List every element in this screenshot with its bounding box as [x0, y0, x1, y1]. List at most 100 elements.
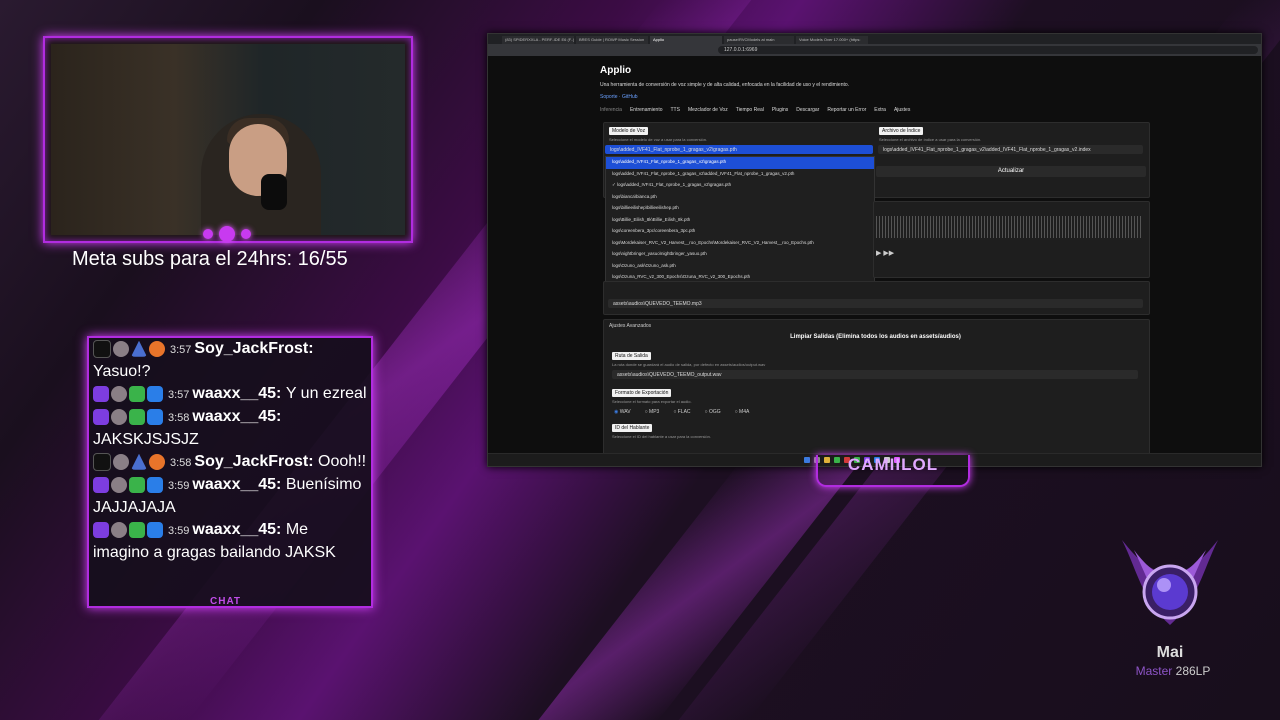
tri-badge-icon	[131, 453, 147, 470]
format-ogg[interactable]: ○ OGG	[705, 409, 721, 415]
dropdown-option[interactable]: logs\Mordekaiser_RVC_V2_Harvest__roo_Epo…	[606, 238, 874, 250]
app-links: Soporte · GitHub	[600, 94, 638, 100]
chat-message: 3:59 waaxx__45: Buenísimo JAJJAJAJA	[89, 474, 371, 519]
chat-timestamp: 3:57	[168, 389, 190, 401]
rank-tier: Master 286LP	[1118, 664, 1228, 678]
heart-badge-icon	[149, 340, 165, 357]
format-flac[interactable]: ○ FLAC	[673, 409, 690, 415]
format-m4a[interactable]: ○ M4A	[735, 409, 750, 415]
dropdown-option[interactable]: logs\added_IVF41_Flat_nprobe_1_gragas_v2…	[606, 169, 874, 181]
tab-entrenamiento[interactable]: Entrenamiento	[630, 107, 663, 113]
applio-page: Applio Una herramienta de conversión de …	[488, 56, 1261, 456]
chat-timestamp: 3:57	[170, 344, 192, 356]
tiktok-badge-icon	[93, 339, 111, 358]
blue-badge-icon	[147, 476, 163, 493]
tab-ajustes[interactable]: Ajustes	[894, 107, 910, 113]
output-path-input[interactable]: assets\audios\QUEVEDO_TEEMO_output.wav	[612, 370, 1138, 379]
twitch-badge-icon	[93, 521, 109, 538]
chat-text: Yasuo!?	[93, 363, 151, 380]
github-link[interactable]: GitHub	[622, 94, 638, 100]
chat-text: Y un ezreal	[285, 385, 367, 402]
update-button[interactable]: Actualizar	[876, 166, 1146, 177]
tab-inferencia[interactable]: Inferencia	[600, 107, 622, 113]
chat-message: 3:57 Soy_JackFrost: Yasuo!?	[89, 338, 371, 383]
tab-extra[interactable]: Extra	[874, 107, 886, 113]
voice-model-label: Modelo de Voz	[609, 127, 649, 135]
tab-descargar[interactable]: Descargar	[796, 107, 819, 113]
avatar-badge-icon	[111, 521, 127, 538]
url-input[interactable]: 127.0.0.1:6969	[718, 46, 1258, 54]
dropdown-option[interactable]: logs\bianca\bianca.pth	[606, 192, 874, 204]
rank-player-name: Mai	[1156, 644, 1184, 661]
voice-model-select[interactable]: logs\added_IVF41_Flat_nprobe_1_gragas_v2…	[605, 145, 873, 154]
index-file-label: Archivo de Índice	[879, 127, 924, 135]
tab-tts[interactable]: TTS	[671, 107, 680, 113]
chat-timestamp: 3:59	[168, 480, 190, 492]
sword-badge-icon	[129, 385, 145, 402]
chat-message: 3:59 waaxx__45: Me imagino a gragas baila…	[89, 519, 371, 564]
dropdown-option[interactable]: logs\added_IVF41_Flat_nprobe_1_gragas_v2…	[606, 157, 874, 169]
play-icon[interactable]: ▶ ▶▶	[876, 249, 894, 257]
export-format-label: Formato de Exportación	[612, 389, 672, 397]
avatar-badge-icon	[113, 453, 129, 470]
clear-outputs-button[interactable]: Limpiar Salidas (Elimina todos los audio…	[608, 334, 1143, 340]
browser-tab[interactable]: (83) SPIDERXXLA - PERF-IDE E6 (F..)	[502, 36, 574, 44]
twitch-badge-icon	[93, 408, 109, 425]
main-tabs: Inferencia Entrenamiento TTS Mezclador d…	[600, 107, 910, 113]
chat-username: Soy_JackFrost:	[194, 340, 314, 357]
dropdown-option[interactable]: logs\Billie_Eilish_8k\Billie_Eilish_8k.p…	[606, 215, 874, 227]
avatar-badge-icon	[111, 385, 127, 402]
output-path-label: Ruta de Salida	[612, 352, 651, 360]
webcam-frame	[43, 36, 413, 243]
speaker-id-hint: Seleccione el ID del hablante a usar par…	[612, 434, 711, 439]
twitch-badge-icon	[93, 385, 109, 402]
chat-username: waaxx__45:	[192, 408, 282, 425]
twitch-badge-icon	[93, 476, 109, 493]
tab-strip: (83) SPIDERXXLA - PERF-IDE E6 (F..) BRES…	[488, 34, 1261, 44]
dropdown-option[interactable]: logs\coreenbera_3pc\coreenbera_3pc.pth	[606, 226, 874, 238]
browser-tab[interactable]: pause/RVCModels at main	[724, 36, 794, 44]
chat-timestamp: 3:58	[168, 412, 190, 424]
audio-panel	[873, 201, 1150, 278]
browser-tab-active[interactable]: Applio	[650, 36, 722, 44]
dropdown-option[interactable]: ✓ logs\added_IVF41_Flat_nprobe_1_gragas_…	[606, 180, 874, 192]
webcam-feed	[51, 44, 405, 235]
blue-badge-icon	[147, 521, 163, 538]
heart-badge-icon	[149, 453, 165, 470]
audio-path-select[interactable]: assets\audios\QUEVEDO_TEEMO.mp3	[608, 299, 1143, 308]
audio-waveform	[876, 216, 1141, 238]
audio-path-panel	[603, 281, 1150, 315]
chat-message: 3:57 waaxx__45: Y un ezreal	[89, 383, 371, 406]
speaker-id-label: ID del Hablante	[612, 424, 653, 432]
app-title: Applio	[600, 65, 632, 76]
decor-dot	[203, 229, 213, 239]
browser-tab[interactable]: Voice Models Over 17.000+ (https:	[796, 36, 868, 44]
format-mp3[interactable]: ○ MP3	[645, 409, 660, 415]
output-path-hint: La ruta donde se guardará el audio de sa…	[612, 362, 766, 367]
decor-dot	[241, 229, 251, 239]
advanced-title[interactable]: Ajustes Avanzados	[609, 323, 651, 329]
tab-tiempo-real[interactable]: Tiempo Real	[736, 107, 764, 113]
tri-badge-icon	[131, 340, 147, 357]
tab-mezclador[interactable]: Mezclador de Voz	[688, 107, 728, 113]
export-format-hint: Seleccione el formato para exportar el a…	[612, 399, 692, 404]
tab-reportar[interactable]: Reportar un Error	[827, 107, 866, 113]
address-bar-row: 127.0.0.1:6969	[488, 44, 1261, 56]
start-icon[interactable]	[804, 457, 810, 463]
decor-dot	[219, 226, 235, 242]
browser-tab[interactable]: BRES Guide | ROWP Music Session	[576, 36, 648, 44]
format-wav[interactable]: ◉ WAV	[614, 409, 631, 415]
chat-timestamp: 3:59	[168, 525, 190, 537]
tab-plugins[interactable]: Plugins	[772, 107, 788, 113]
dropdown-option[interactable]: logs\Ozuno_ask\Ozuno_ask.pth	[606, 261, 874, 273]
index-file-hint: Seleccione el archivo de índice a usar p…	[879, 137, 982, 142]
chat-text: Oooh!!	[318, 453, 367, 470]
rank-lp: 286LP	[1175, 664, 1211, 678]
dropdown-option[interactable]: logs\billieeilishep\billieeilishep.pth	[606, 203, 874, 215]
index-file-select[interactable]: logs\added_IVF41_Flat_nprobe_1_gragas_v2…	[878, 145, 1143, 154]
avatar-badge-icon	[111, 476, 127, 493]
support-link[interactable]: Soporte	[600, 94, 618, 100]
chat-username: waaxx__45:	[192, 521, 282, 538]
master-rank-emblem-icon	[1122, 540, 1218, 625]
dropdown-option[interactable]: logs\nightbringer_yasuo\nightbringer_yas…	[606, 249, 874, 261]
